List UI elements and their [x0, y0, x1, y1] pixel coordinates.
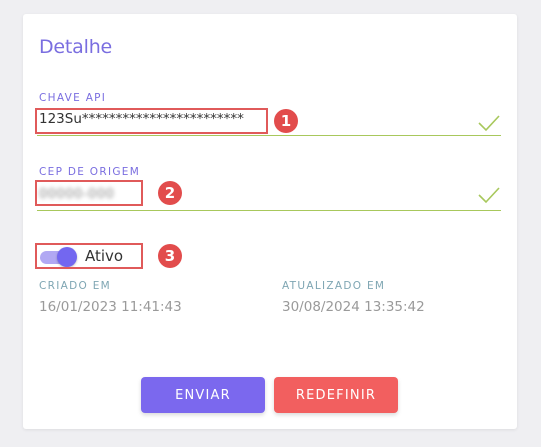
cep-label: CEP DE ORIGEM: [39, 166, 141, 178]
created-value: 16/01/2023 11:41:43: [39, 299, 182, 315]
annotation-box-toggle: [35, 243, 143, 269]
annotation-badge-3: 3: [158, 244, 182, 268]
created-label: CRIADO EM: [39, 280, 111, 292]
card-title: Detalhe: [39, 36, 113, 58]
annotation-badge-2: 2: [158, 181, 182, 205]
annotation-box-api-key: [35, 108, 268, 134]
annotation-box-cep: [35, 180, 143, 206]
send-button[interactable]: ENVIAR: [141, 377, 265, 413]
api-key-underline: [37, 135, 501, 136]
api-key-valid-check-icon: [478, 115, 500, 132]
updated-label: ATUALIZADO EM: [282, 280, 386, 292]
api-key-label: CHAVE API: [39, 92, 107, 104]
reset-button[interactable]: REDEFINIR: [274, 377, 398, 413]
annotation-badge-1: 1: [274, 109, 298, 133]
updated-value: 30/08/2024 13:35:42: [282, 299, 425, 315]
cep-valid-check-icon: [478, 187, 500, 204]
detail-card: Detalhe CHAVE API 123Su*****************…: [23, 14, 517, 429]
cep-underline: [37, 210, 501, 211]
